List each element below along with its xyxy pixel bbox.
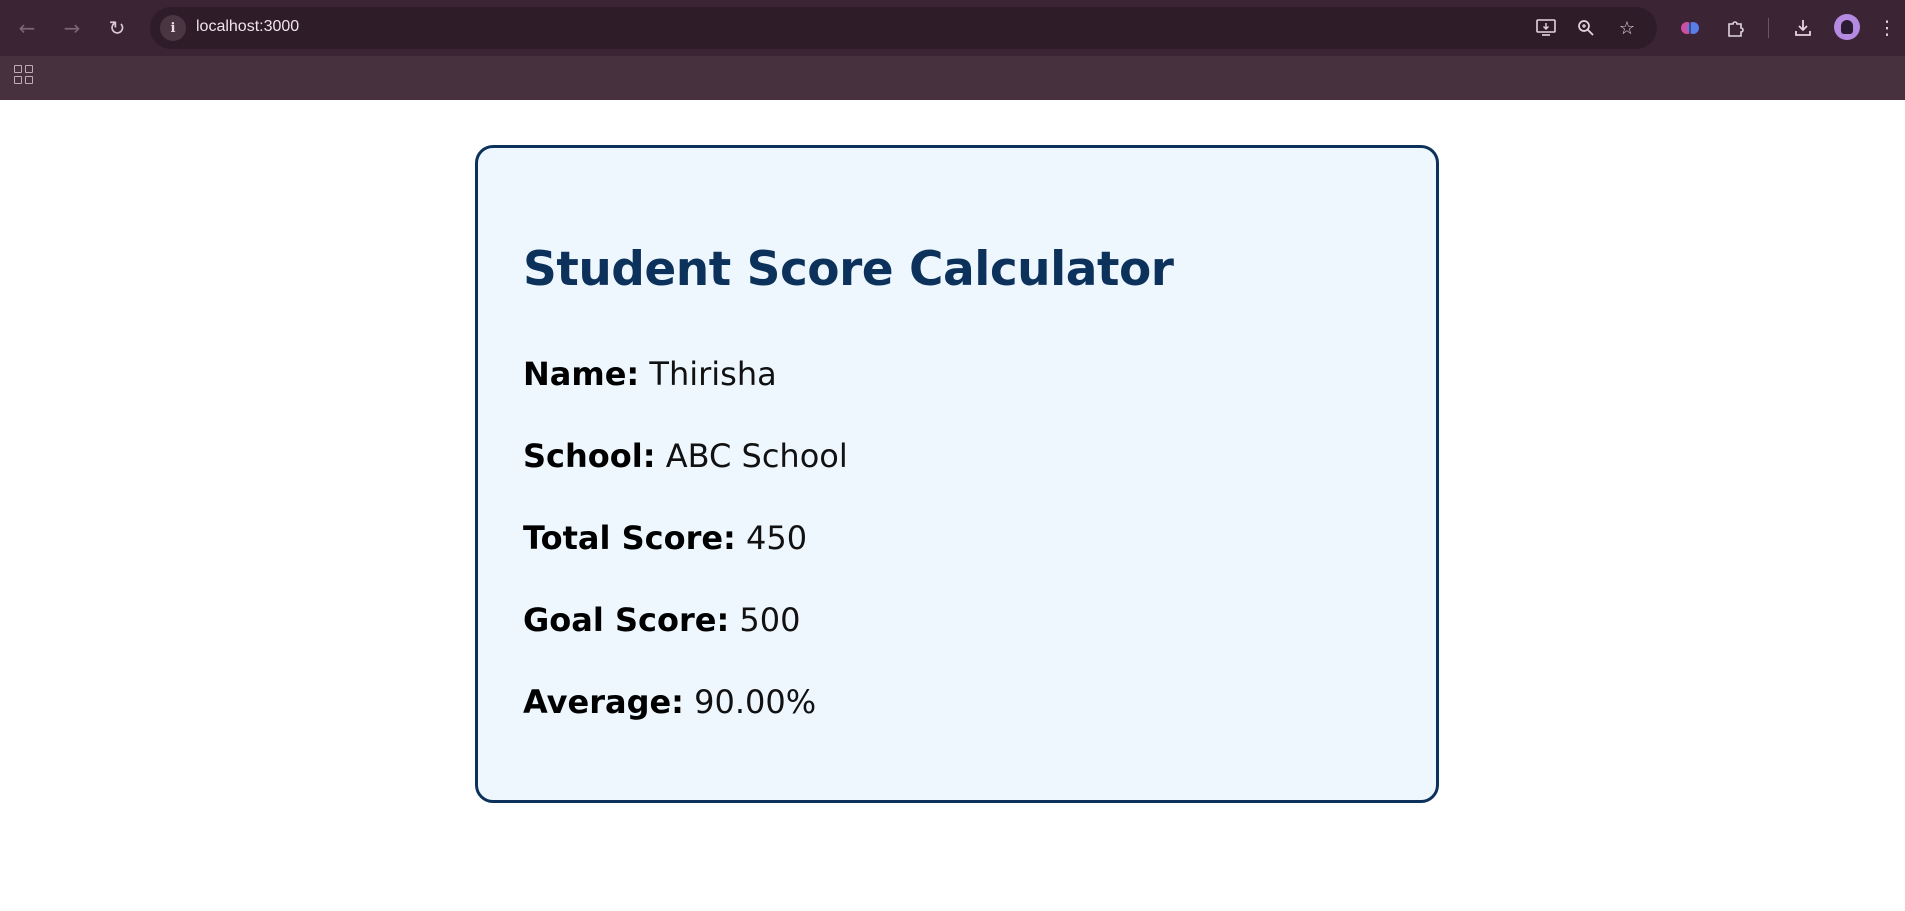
arrow-left-icon: ← bbox=[18, 16, 36, 40]
total-score-row: Total Score: 450 bbox=[523, 519, 807, 557]
apps-grid-icon[interactable] bbox=[14, 65, 34, 85]
forward-button[interactable]: → bbox=[57, 13, 87, 43]
arrow-right-icon: → bbox=[63, 16, 81, 40]
site-info-icon[interactable]: i bbox=[160, 15, 186, 41]
address-bar[interactable]: i localhost:3000 ☆ bbox=[150, 7, 1657, 49]
url-text[interactable]: localhost:3000 bbox=[196, 18, 299, 36]
total-score-label: Total Score: bbox=[523, 519, 736, 557]
goal-score-row: Goal Score: 500 bbox=[523, 601, 800, 639]
kebab-menu-icon[interactable]: ⋮ bbox=[1877, 14, 1897, 42]
total-score-value: 450 bbox=[746, 519, 808, 557]
page-title: Student Score Calculator bbox=[523, 242, 1174, 297]
brain-extension-icon[interactable] bbox=[1676, 14, 1704, 42]
install-app-icon[interactable] bbox=[1534, 16, 1558, 40]
average-label: Average: bbox=[523, 683, 684, 721]
reload-icon: ↻ bbox=[108, 16, 126, 40]
average-row: Average: 90.00% bbox=[523, 683, 816, 721]
browser-chrome: ← → ↻ i localhost:3000 ☆ ⋮ bbox=[0, 0, 1905, 100]
browser-toolbar: ← → ↻ i localhost:3000 ☆ ⋮ bbox=[0, 0, 1905, 56]
zoom-icon[interactable] bbox=[1574, 16, 1598, 40]
goal-score-value: 500 bbox=[739, 601, 801, 639]
star-icon[interactable]: ☆ bbox=[1615, 16, 1639, 40]
puzzle-icon[interactable] bbox=[1722, 14, 1750, 42]
name-value: Thirisha bbox=[649, 355, 777, 393]
download-icon[interactable] bbox=[1789, 14, 1817, 42]
school-row: School: ABC School bbox=[523, 437, 848, 475]
back-button[interactable]: ← bbox=[12, 13, 42, 43]
goal-score-label: Goal Score: bbox=[523, 601, 730, 639]
name-label: Name: bbox=[523, 355, 640, 393]
average-value: 90.00% bbox=[694, 683, 817, 721]
score-card: Student Score Calculator Name: Thirisha … bbox=[475, 145, 1439, 803]
school-value: ABC School bbox=[665, 437, 848, 475]
school-label: School: bbox=[523, 437, 656, 475]
name-row: Name: Thirisha bbox=[523, 355, 777, 393]
toolbar-divider bbox=[1768, 18, 1769, 38]
avatar-icon bbox=[1841, 20, 1853, 34]
profile-avatar[interactable] bbox=[1834, 14, 1860, 40]
reload-button[interactable]: ↻ bbox=[102, 13, 132, 43]
